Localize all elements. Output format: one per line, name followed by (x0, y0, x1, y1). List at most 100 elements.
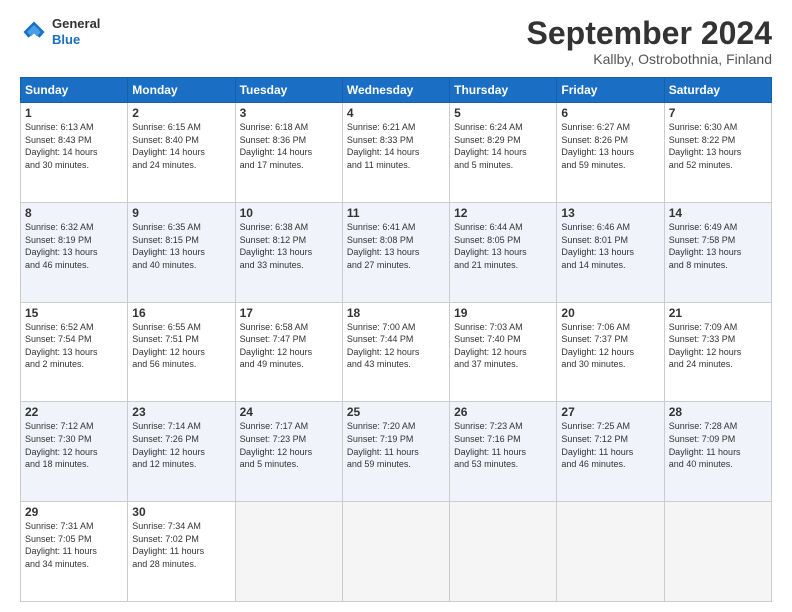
calendar-day-cell: 15Sunrise: 6:52 AMSunset: 7:54 PMDayligh… (21, 302, 128, 402)
day-detail: Sunrise: 6:18 AMSunset: 8:36 PMDaylight:… (240, 121, 338, 171)
day-number: 6 (561, 106, 659, 120)
day-detail: Sunrise: 6:44 AMSunset: 8:05 PMDaylight:… (454, 221, 552, 271)
calendar-day-cell (557, 502, 664, 602)
day-detail: Sunrise: 7:28 AMSunset: 7:09 PMDaylight:… (669, 420, 767, 470)
calendar-day-cell: 5Sunrise: 6:24 AMSunset: 8:29 PMDaylight… (450, 103, 557, 203)
day-number: 12 (454, 206, 552, 220)
calendar-header-row: SundayMondayTuesdayWednesdayThursdayFrid… (21, 78, 772, 103)
day-detail: Sunrise: 6:41 AMSunset: 8:08 PMDaylight:… (347, 221, 445, 271)
day-number: 5 (454, 106, 552, 120)
calendar-day-cell: 13Sunrise: 6:46 AMSunset: 8:01 PMDayligh… (557, 202, 664, 302)
day-number: 3 (240, 106, 338, 120)
day-number: 9 (132, 206, 230, 220)
day-detail: Sunrise: 7:12 AMSunset: 7:30 PMDaylight:… (25, 420, 123, 470)
day-number: 22 (25, 405, 123, 419)
day-detail: Sunrise: 6:30 AMSunset: 8:22 PMDaylight:… (669, 121, 767, 171)
calendar-day-cell: 14Sunrise: 6:49 AMSunset: 7:58 PMDayligh… (664, 202, 771, 302)
day-detail: Sunrise: 7:20 AMSunset: 7:19 PMDaylight:… (347, 420, 445, 470)
calendar-day-cell: 18Sunrise: 7:00 AMSunset: 7:44 PMDayligh… (342, 302, 449, 402)
day-number: 13 (561, 206, 659, 220)
calendar-day-cell: 16Sunrise: 6:55 AMSunset: 7:51 PMDayligh… (128, 302, 235, 402)
calendar-day-cell: 21Sunrise: 7:09 AMSunset: 7:33 PMDayligh… (664, 302, 771, 402)
day-detail: Sunrise: 7:06 AMSunset: 7:37 PMDaylight:… (561, 321, 659, 371)
logo-icon (20, 18, 48, 46)
day-number: 20 (561, 306, 659, 320)
day-number: 7 (669, 106, 767, 120)
day-detail: Sunrise: 7:09 AMSunset: 7:33 PMDaylight:… (669, 321, 767, 371)
day-detail: Sunrise: 7:23 AMSunset: 7:16 PMDaylight:… (454, 420, 552, 470)
weekday-header: Thursday (450, 78, 557, 103)
day-detail: Sunrise: 6:13 AMSunset: 8:43 PMDaylight:… (25, 121, 123, 171)
calendar-week-row: 29Sunrise: 7:31 AMSunset: 7:05 PMDayligh… (21, 502, 772, 602)
day-number: 18 (347, 306, 445, 320)
logo-blue-text: Blue (52, 32, 100, 48)
day-number: 27 (561, 405, 659, 419)
calendar-day-cell: 12Sunrise: 6:44 AMSunset: 8:05 PMDayligh… (450, 202, 557, 302)
day-number: 11 (347, 206, 445, 220)
calendar-day-cell: 22Sunrise: 7:12 AMSunset: 7:30 PMDayligh… (21, 402, 128, 502)
calendar-week-row: 22Sunrise: 7:12 AMSunset: 7:30 PMDayligh… (21, 402, 772, 502)
day-number: 16 (132, 306, 230, 320)
day-number: 19 (454, 306, 552, 320)
calendar-day-cell: 8Sunrise: 6:32 AMSunset: 8:19 PMDaylight… (21, 202, 128, 302)
weekday-header: Monday (128, 78, 235, 103)
header: General Blue September 2024 Kallby, Ostr… (20, 16, 772, 67)
calendar-day-cell: 19Sunrise: 7:03 AMSunset: 7:40 PMDayligh… (450, 302, 557, 402)
day-detail: Sunrise: 6:21 AMSunset: 8:33 PMDaylight:… (347, 121, 445, 171)
calendar-day-cell: 24Sunrise: 7:17 AMSunset: 7:23 PMDayligh… (235, 402, 342, 502)
calendar-day-cell: 29Sunrise: 7:31 AMSunset: 7:05 PMDayligh… (21, 502, 128, 602)
calendar-day-cell: 6Sunrise: 6:27 AMSunset: 8:26 PMDaylight… (557, 103, 664, 203)
calendar-day-cell (450, 502, 557, 602)
calendar-day-cell: 10Sunrise: 6:38 AMSunset: 8:12 PMDayligh… (235, 202, 342, 302)
calendar-day-cell (664, 502, 771, 602)
day-detail: Sunrise: 7:00 AMSunset: 7:44 PMDaylight:… (347, 321, 445, 371)
day-detail: Sunrise: 6:38 AMSunset: 8:12 PMDaylight:… (240, 221, 338, 271)
day-detail: Sunrise: 7:31 AMSunset: 7:05 PMDaylight:… (25, 520, 123, 570)
day-number: 4 (347, 106, 445, 120)
day-number: 29 (25, 505, 123, 519)
calendar-week-row: 1Sunrise: 6:13 AMSunset: 8:43 PMDaylight… (21, 103, 772, 203)
day-number: 25 (347, 405, 445, 419)
page: General Blue September 2024 Kallby, Ostr… (0, 0, 792, 612)
day-number: 26 (454, 405, 552, 419)
calendar-day-cell: 9Sunrise: 6:35 AMSunset: 8:15 PMDaylight… (128, 202, 235, 302)
calendar-day-cell: 17Sunrise: 6:58 AMSunset: 7:47 PMDayligh… (235, 302, 342, 402)
calendar-week-row: 15Sunrise: 6:52 AMSunset: 7:54 PMDayligh… (21, 302, 772, 402)
day-number: 14 (669, 206, 767, 220)
day-number: 10 (240, 206, 338, 220)
calendar-day-cell: 25Sunrise: 7:20 AMSunset: 7:19 PMDayligh… (342, 402, 449, 502)
day-detail: Sunrise: 6:46 AMSunset: 8:01 PMDaylight:… (561, 221, 659, 271)
calendar-day-cell: 28Sunrise: 7:28 AMSunset: 7:09 PMDayligh… (664, 402, 771, 502)
calendar-day-cell: 4Sunrise: 6:21 AMSunset: 8:33 PMDaylight… (342, 103, 449, 203)
day-number: 23 (132, 405, 230, 419)
day-number: 30 (132, 505, 230, 519)
weekday-header: Saturday (664, 78, 771, 103)
day-detail: Sunrise: 7:34 AMSunset: 7:02 PMDaylight:… (132, 520, 230, 570)
day-detail: Sunrise: 6:35 AMSunset: 8:15 PMDaylight:… (132, 221, 230, 271)
day-number: 2 (132, 106, 230, 120)
day-detail: Sunrise: 7:14 AMSunset: 7:26 PMDaylight:… (132, 420, 230, 470)
weekday-header: Tuesday (235, 78, 342, 103)
day-number: 17 (240, 306, 338, 320)
calendar-day-cell: 27Sunrise: 7:25 AMSunset: 7:12 PMDayligh… (557, 402, 664, 502)
calendar-day-cell: 23Sunrise: 7:14 AMSunset: 7:26 PMDayligh… (128, 402, 235, 502)
day-detail: Sunrise: 6:55 AMSunset: 7:51 PMDaylight:… (132, 321, 230, 371)
calendar-day-cell: 26Sunrise: 7:23 AMSunset: 7:16 PMDayligh… (450, 402, 557, 502)
title-area: September 2024 Kallby, Ostrobothnia, Fin… (527, 16, 772, 67)
calendar-day-cell: 30Sunrise: 7:34 AMSunset: 7:02 PMDayligh… (128, 502, 235, 602)
calendar-table: SundayMondayTuesdayWednesdayThursdayFrid… (20, 77, 772, 602)
day-number: 1 (25, 106, 123, 120)
day-number: 28 (669, 405, 767, 419)
calendar-day-cell: 2Sunrise: 6:15 AMSunset: 8:40 PMDaylight… (128, 103, 235, 203)
day-detail: Sunrise: 6:27 AMSunset: 8:26 PMDaylight:… (561, 121, 659, 171)
calendar-day-cell: 1Sunrise: 6:13 AMSunset: 8:43 PMDaylight… (21, 103, 128, 203)
day-detail: Sunrise: 6:58 AMSunset: 7:47 PMDaylight:… (240, 321, 338, 371)
day-number: 8 (25, 206, 123, 220)
calendar-day-cell (235, 502, 342, 602)
day-number: 21 (669, 306, 767, 320)
day-detail: Sunrise: 7:17 AMSunset: 7:23 PMDaylight:… (240, 420, 338, 470)
day-number: 15 (25, 306, 123, 320)
logo-text: General Blue (52, 16, 100, 47)
day-detail: Sunrise: 6:15 AMSunset: 8:40 PMDaylight:… (132, 121, 230, 171)
day-detail: Sunrise: 6:24 AMSunset: 8:29 PMDaylight:… (454, 121, 552, 171)
